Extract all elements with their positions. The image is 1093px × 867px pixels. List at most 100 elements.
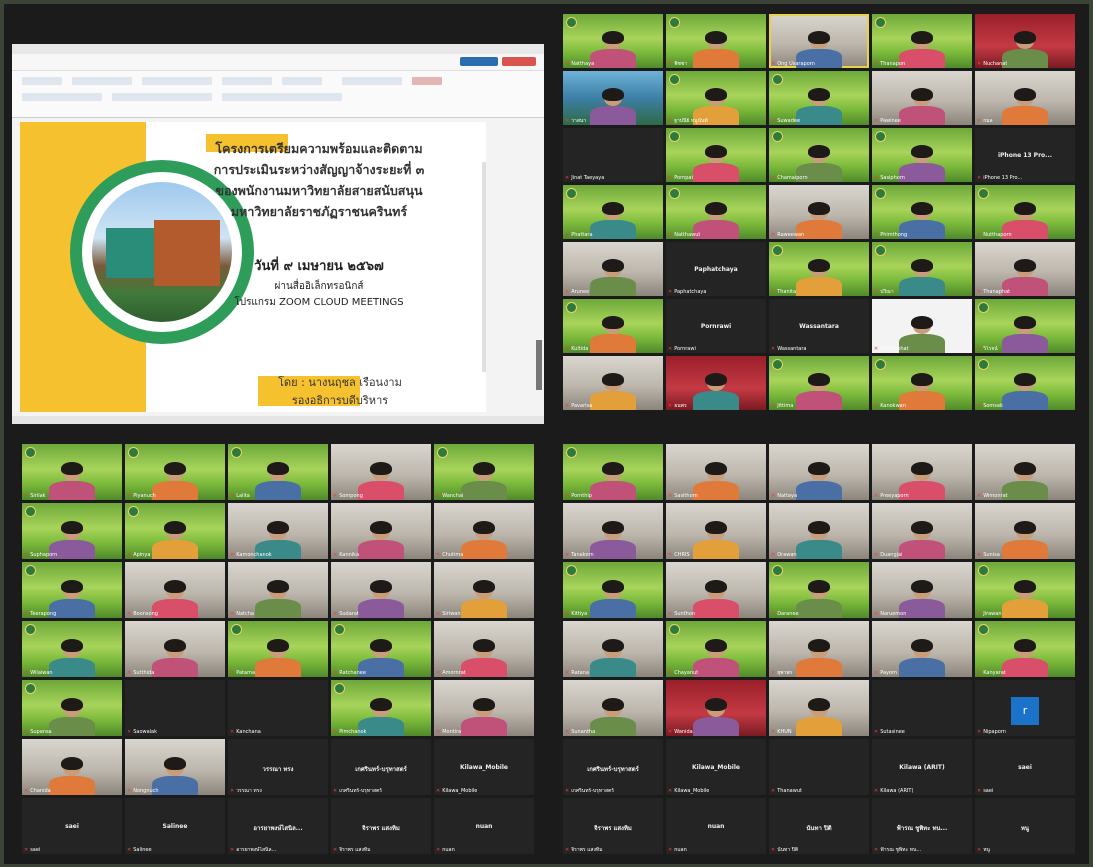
ribbon-row2-c[interactable] (222, 93, 342, 101)
participant-tile[interactable]: จิราพร แสงทิม ✕ จิราพร แสงทิม (331, 798, 431, 854)
participant-tile[interactable]: ✕ Patama (228, 621, 328, 677)
participant-tile[interactable]: ✕ Ratana (563, 621, 663, 677)
participant-tile[interactable]: ✕ Teerapong (22, 562, 122, 618)
ribbon-row2-b[interactable] (112, 93, 212, 101)
participant-tile[interactable]: saei ✕ saei (22, 798, 122, 854)
participant-tile[interactable]: ✕ Kultida (563, 299, 663, 353)
participant-tile[interactable]: ✕ Payom (872, 621, 972, 677)
participant-tile[interactable]: ✕ Sutasinee (872, 680, 972, 736)
participant-tile[interactable]: ✕ Thanapon (872, 14, 972, 68)
participant-tile[interactable]: ✕ Thanawut (769, 739, 869, 795)
participant-tile[interactable]: ✕ Chamaiporn (769, 128, 869, 182)
participant-tile[interactable]: ✕ Kittiya (563, 562, 663, 618)
participant-tile[interactable]: ✕ Kanchana (228, 680, 328, 736)
participant-tile[interactable]: ✕ Pimchanok (331, 680, 431, 736)
participant-tile[interactable]: ✕ CHRIS (666, 503, 766, 559)
participant-tile[interactable]: ✕ วิโรจน์ (975, 299, 1075, 353)
participant-tile[interactable]: ✕ Nuchanat (975, 14, 1075, 68)
participant-tile[interactable]: เกศรินทร์-บรุทาสตร์ ✕ เกศรินทร์-บรุทาสตร์ (331, 739, 431, 795)
participant-tile[interactable]: ✕ Suwadee (769, 71, 869, 125)
participant-tile[interactable]: ✕ กมล (975, 71, 1075, 125)
participant-tile[interactable]: Paphatchaya ✕ Paphatchaya (666, 242, 766, 296)
participant-tile[interactable]: Pornrawi ✕ Pornrawi (666, 299, 766, 353)
participant-tile[interactable]: ✕ Kannika (331, 503, 431, 559)
participant-tile[interactable]: ✕ ปวีณา (872, 242, 972, 296)
ribbon-paragraph[interactable] (142, 77, 212, 85)
participant-tile[interactable]: ✕ Jittima (769, 356, 869, 410)
participant-tile[interactable]: หนู ✕ หนู (975, 798, 1075, 854)
participant-tile[interactable]: นันทา ปิติ ✕ นันทา ปิติ (769, 798, 869, 854)
participant-tile[interactable]: nuan ✕ nuan (666, 798, 766, 854)
ribbon-designer[interactable] (342, 77, 402, 85)
participant-tile[interactable]: Kilawa_Mobile ✕ Kilawa_Mobile (666, 739, 766, 795)
ribbon-clipboard[interactable] (22, 77, 62, 85)
ribbon-editing[interactable] (282, 77, 322, 85)
ppt-ribbon[interactable] (12, 71, 544, 118)
participant-tile[interactable]: ✕ Naruemon (872, 562, 972, 618)
participant-tile[interactable]: ✕ Pawinee (872, 71, 972, 125)
participant-tile[interactable]: ✕ Apinya (125, 503, 225, 559)
participant-tile[interactable]: ✕ Pavarisa (563, 356, 663, 410)
share-button[interactable] (460, 57, 498, 66)
participant-tile[interactable]: ✕ Phimthong (872, 185, 972, 239)
ribbon-drawing[interactable] (222, 77, 272, 85)
participant-tile[interactable]: อารยาพงษ์ไสนิล... ✕ อารยาพงษ์ไสนิล... (228, 798, 328, 854)
ribbon-font[interactable] (72, 77, 132, 85)
ribbon-row2-a[interactable] (22, 93, 102, 101)
participant-tile[interactable]: ✕ Sunantha (563, 680, 663, 736)
participant-tile[interactable]: ✕ ธนพร (666, 356, 766, 410)
participant-tile[interactable]: ✕ Nutthaporn (975, 185, 1075, 239)
participant-tile[interactable]: วรรณา ทรง ✕ วรรณา ทรง (228, 739, 328, 795)
participant-tile[interactable]: Wassantara ✕ Wassantara (769, 299, 869, 353)
ppt-menu-tabs[interactable] (12, 54, 544, 71)
participant-tile[interactable]: ✕ Boonsong (125, 562, 225, 618)
participant-tile[interactable]: ✕ Ong Usaraporn (769, 14, 869, 68)
participant-tile[interactable]: ✕ Chutima (434, 503, 534, 559)
participant-tile[interactable]: ✕ Chayanut (666, 621, 766, 677)
participant-tile[interactable]: ✕ Wimonrat (975, 444, 1075, 500)
participant-tile[interactable]: ✕ Wilaiwan (22, 621, 122, 677)
participant-tile[interactable]: ✕ Natthaya (563, 14, 663, 68)
participant-tile[interactable]: ✕ Sasithorn (666, 444, 766, 500)
participant-tile[interactable]: ✕ Sirilak (22, 444, 122, 500)
participant-tile[interactable]: ✕ Chanida (22, 739, 122, 795)
participant-tile[interactable]: ✕ Piyanuch (125, 444, 225, 500)
participant-tile[interactable]: r ✕ Nipaporn (975, 680, 1075, 736)
ribbon-addins[interactable] (412, 77, 442, 85)
participant-tile[interactable]: Kilawa (ARIT) ✕ Kilawa (ARIT) (872, 739, 972, 795)
participant-tile[interactable]: ✕ Kanokwan (872, 356, 972, 410)
participant-tile[interactable]: ✕ Duangjai (872, 503, 972, 559)
participant-tile[interactable]: ✕ Ratchanee (331, 621, 431, 677)
participant-tile[interactable]: ✕ Kamonchanok (228, 503, 328, 559)
participant-tile[interactable]: ✕ Sasiphorn (872, 128, 972, 182)
participant-tile[interactable]: ✕ Natcha (228, 562, 328, 618)
participant-tile[interactable]: ✕ Wanida (666, 680, 766, 736)
participant-tile[interactable]: ✕ Daranee (769, 562, 869, 618)
participant-tile[interactable]: ✕ Sutthida (125, 621, 225, 677)
participant-tile[interactable]: ✕ Arunee (563, 242, 663, 296)
participant-tile[interactable]: เกศรินทร์-บรุทาสตร์ ✕ เกศรินทร์-บรุทาสตร์ (563, 739, 663, 795)
participant-tile[interactable]: ✕ Wanchai (434, 444, 534, 500)
participant-tile[interactable]: nuan ✕ nuan (434, 798, 534, 854)
participant-tile[interactable]: Kilawa_Mobile ✕ Kilawa_Mobile (434, 739, 534, 795)
participant-tile[interactable]: ✕ วาสนา (563, 71, 663, 125)
participant-tile[interactable]: ✕ Sompong (331, 444, 431, 500)
participant-tile[interactable]: ✕ Sudarat (331, 562, 431, 618)
present-button[interactable] (502, 57, 536, 66)
participant-tile[interactable]: ✕ Suphaporn (22, 503, 122, 559)
participant-tile[interactable]: ✕ Nattaya (769, 444, 869, 500)
participant-tile[interactable]: ✕ Supansa (22, 680, 122, 736)
participant-tile[interactable]: saei ✕ saei (975, 739, 1075, 795)
participant-tile[interactable]: ✕ Somsak (975, 356, 1075, 410)
participant-tile[interactable]: ✕ Orawan (769, 503, 869, 559)
slide-scrollbar[interactable] (536, 340, 542, 390)
participant-tile[interactable]: ✕ Kanyarat (975, 621, 1075, 677)
participant-tile[interactable]: ฟ้ารณ ชูพิทะ ทน... ✕ ฟ้ารณ ชูพิทะ ทน... (872, 798, 972, 854)
participant-tile[interactable]: ✕ Natthawut (666, 185, 766, 239)
participant-tile[interactable]: ✕ KHUN (769, 680, 869, 736)
participant-tile[interactable]: ✕ Raweewan (769, 185, 869, 239)
participant-tile[interactable]: ✕ Pornpat (666, 128, 766, 182)
participant-tile[interactable]: ✕ Jinat Taeyaya (563, 128, 663, 182)
participant-tile[interactable]: ✕ Tanakorn (563, 503, 663, 559)
participant-tile[interactable]: ✕ ฐาปนีย์ หนูนันท์ (666, 71, 766, 125)
